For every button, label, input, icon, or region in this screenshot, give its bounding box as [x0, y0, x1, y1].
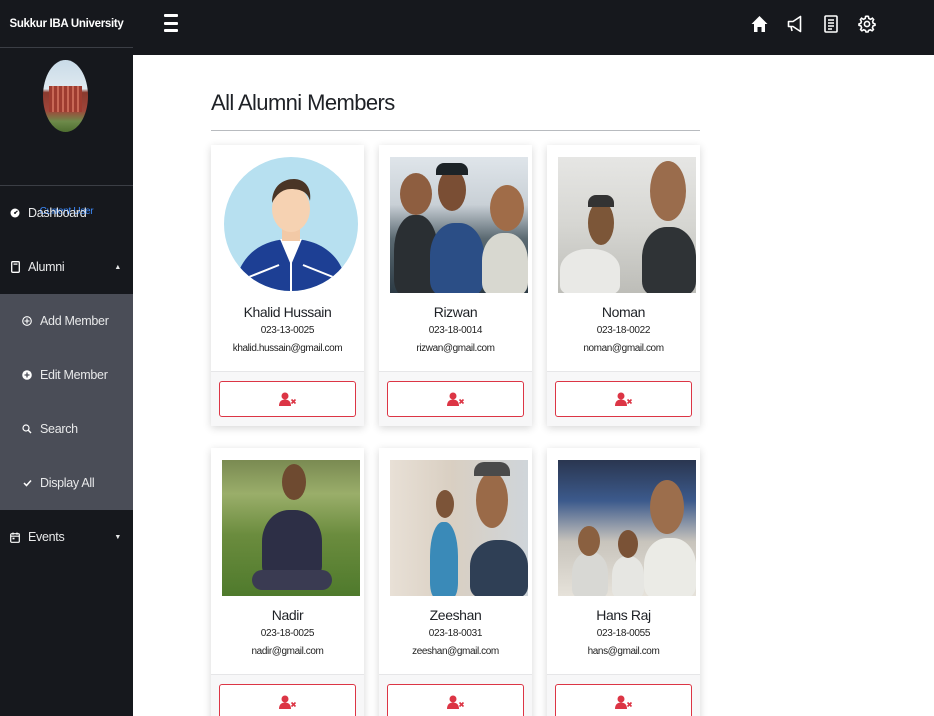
member-email: khalid.hussain@gmail.com [232, 343, 343, 354]
delete-member-button[interactable] [387, 684, 524, 716]
sidebar-item-search[interactable]: Search [0, 402, 133, 456]
member-email: zeeshan@gmail.com [412, 646, 499, 657]
sidebar-item-label: Add Member [40, 314, 109, 328]
calendar-icon [10, 532, 20, 543]
card-footer [547, 371, 700, 426]
member-photo [390, 460, 528, 596]
sidebar-nav: Dashboard Alumni ▲ Add Member Edit Membe… [0, 186, 133, 564]
member-card: Zeeshan 023-18-0031 zeeshan@gmail.com [379, 448, 532, 716]
sidebar: Sukkur IBA University Current User Dashb… [0, 0, 133, 716]
member-name: Zeeshan [429, 607, 482, 623]
sidebar-item-add-member[interactable]: Add Member [0, 294, 133, 348]
sidebar-item-label: Dashboard [28, 206, 87, 220]
remove-user-icon [614, 695, 632, 709]
menu-toggle-icon[interactable] [164, 14, 178, 32]
member-email: hans@gmail.com [587, 646, 660, 657]
member-card: Rizwan 023-18-0014 rizwan@gmail.com [379, 145, 532, 426]
member-photo [558, 460, 696, 596]
member-photo [558, 157, 696, 293]
member-id: 023-18-0025 [260, 628, 315, 639]
member-card: Nadir 023-18-0025 nadir@gmail.com [211, 448, 364, 716]
announcement-icon[interactable] [785, 13, 805, 35]
member-card: Noman 023-18-0022 noman@gmail.com [547, 145, 700, 426]
remove-user-icon [278, 392, 296, 406]
member-email: nadir@gmail.com [251, 646, 324, 657]
member-name: Rizwan [433, 304, 478, 320]
member-email: noman@gmail.com [583, 343, 664, 354]
sidebar-item-edit-member[interactable]: Edit Member [0, 348, 133, 402]
sidebar-item-label: Edit Member [40, 368, 108, 382]
remove-user-icon [446, 695, 464, 709]
avatar[interactable] [43, 60, 88, 132]
sidebar-item-label: Search [40, 422, 78, 436]
sidebar-item-dashboard[interactable]: Dashboard [0, 186, 133, 240]
alumni-submenu: Add Member Edit Member Search Display Al… [0, 294, 133, 510]
delete-member-button[interactable] [555, 684, 692, 716]
member-photo [222, 460, 360, 596]
member-card: Khalid Hussain 023-13-0025 khalid.hussai… [211, 145, 364, 426]
member-email: rizwan@gmail.com [416, 343, 495, 354]
card-footer [211, 674, 364, 716]
member-name: Hans Raj [596, 607, 651, 623]
remove-user-icon [446, 392, 464, 406]
member-id: 023-18-0055 [596, 628, 651, 639]
dashboard-icon [10, 208, 20, 218]
home-icon[interactable] [749, 13, 769, 35]
sidebar-item-events[interactable]: Events ▼ [0, 510, 133, 564]
edit-circle-icon [22, 370, 32, 380]
member-name: Noman [601, 304, 646, 320]
top-icon-group [749, 13, 877, 35]
member-name: Nadir [271, 607, 304, 623]
sidebar-item-label: Events [28, 530, 65, 544]
page-title: All Alumni Members [211, 90, 395, 115]
sidebar-item-display-all[interactable]: Display All [0, 456, 133, 510]
card-footer [379, 371, 532, 426]
chevron-down-icon: ▼ [114, 533, 121, 541]
document-icon[interactable] [821, 13, 841, 35]
settings-icon[interactable] [857, 13, 877, 35]
title-divider [211, 130, 700, 131]
search-icon [22, 424, 32, 434]
user-profile: Current User [0, 48, 133, 217]
member-name: Khalid Hussain [243, 304, 332, 320]
member-photo [222, 157, 360, 293]
alumni-icon [10, 261, 20, 273]
member-photo [390, 157, 528, 293]
delete-member-button[interactable] [387, 381, 524, 417]
delete-member-button[interactable] [555, 381, 692, 417]
delete-member-button[interactable] [219, 381, 356, 417]
member-id: 023-13-0025 [260, 325, 315, 336]
chevron-up-icon: ▲ [114, 263, 121, 271]
sidebar-item-label: Display All [40, 476, 95, 490]
main-content: All Alumni Members Khalid Hussain 023-13… [138, 55, 934, 716]
brand-title: Sukkur IBA University [0, 0, 133, 48]
member-id: 023-18-0031 [428, 628, 483, 639]
top-navbar [133, 0, 934, 55]
card-footer [379, 674, 532, 716]
member-id: 023-18-0022 [596, 325, 651, 336]
add-circle-icon [22, 316, 32, 326]
member-id: 023-18-0014 [428, 325, 483, 336]
check-icon [22, 479, 32, 487]
card-footer [211, 371, 364, 426]
sidebar-item-alumni[interactable]: Alumni ▲ [0, 240, 133, 294]
remove-user-icon [614, 392, 632, 406]
card-footer [547, 674, 700, 716]
remove-user-icon [278, 695, 296, 709]
delete-member-button[interactable] [219, 684, 356, 716]
member-card: Hans Raj 023-18-0055 hans@gmail.com [547, 448, 700, 716]
sidebar-item-label: Alumni [28, 260, 65, 274]
